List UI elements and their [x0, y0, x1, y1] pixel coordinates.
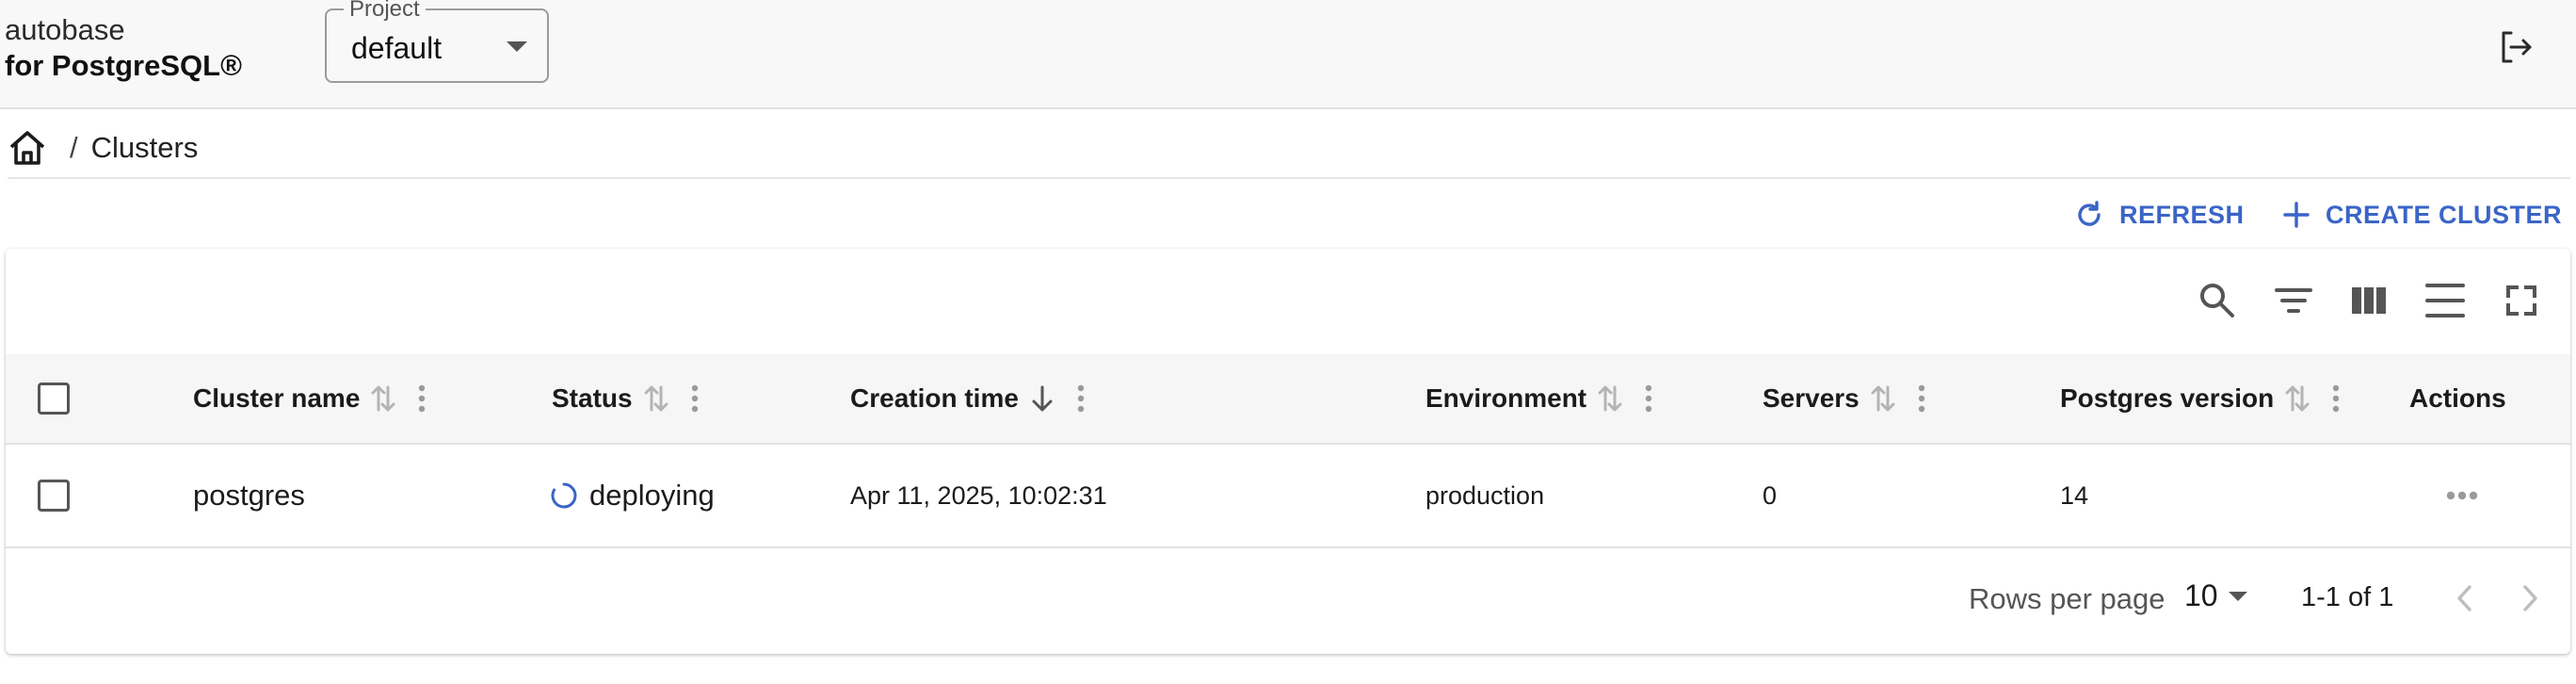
sort-icon[interactable]: [1871, 384, 1895, 413]
brand-subtitle: for PostgreSQL®: [5, 49, 242, 82]
columns-icon[interactable]: [2348, 280, 2390, 321]
chevron-down-icon: [506, 41, 528, 54]
column-header-postgres-version[interactable]: Postgres version: [2060, 354, 2340, 443]
spinner-icon: [550, 481, 578, 510]
chevron-right-icon[interactable]: [2519, 582, 2541, 614]
column-header-label: Creation time: [850, 383, 1019, 413]
column-header-label: Environment: [1425, 383, 1587, 413]
sort-icon[interactable]: [371, 384, 395, 413]
column-menu-icon[interactable]: [691, 384, 699, 413]
column-header-environment[interactable]: Environment: [1425, 354, 1652, 443]
brand-name: autobase: [5, 13, 125, 46]
column-header-actions: Actions: [2409, 354, 2506, 443]
column-header-label: Cluster name: [193, 383, 361, 413]
column-header-label: Postgres version: [2060, 383, 2275, 413]
sort-descending-icon[interactable]: [1030, 384, 1055, 413]
brand-logo[interactable]: autobase for PostgreSQL®: [5, 12, 242, 84]
sort-icon[interactable]: [2285, 384, 2310, 413]
column-header-label: Actions: [2409, 383, 2506, 413]
column-header-creation-time[interactable]: Creation time: [850, 354, 1085, 443]
column-header-label: Status: [552, 383, 633, 413]
column-header-label: Servers: [1763, 383, 1860, 413]
column-menu-icon[interactable]: [1918, 384, 1925, 413]
column-menu-icon[interactable]: [2332, 384, 2340, 413]
density-icon[interactable]: [2424, 280, 2466, 321]
column-menu-icon[interactable]: [1645, 384, 1652, 413]
cell-cluster-name[interactable]: postgres: [193, 445, 305, 546]
fullscreen-icon[interactable]: [2501, 280, 2542, 321]
table-header: Cluster name Status Creation time Enviro…: [6, 354, 2570, 445]
breadcrumb-separator: /: [70, 131, 78, 164]
logout-icon[interactable]: [2497, 28, 2535, 66]
sort-icon[interactable]: [644, 384, 668, 413]
clusters-table-card: Cluster name Status Creation time Enviro…: [6, 249, 2570, 654]
column-header-servers[interactable]: Servers: [1763, 354, 1925, 443]
project-select-label: Project: [344, 0, 426, 21]
cell-creation-time: Apr 11, 2025, 10:02:31: [850, 480, 1107, 510]
create-cluster-button[interactable]: CREATE CLUSTER: [2282, 192, 2562, 237]
app-header: autobase for PostgreSQL® Project default: [0, 0, 2576, 109]
row-actions-button[interactable]: [2446, 445, 2478, 546]
breadcrumb-divider: [8, 177, 2570, 179]
refresh-label: REFRESH: [2119, 200, 2245, 229]
cell-servers: 0: [1763, 480, 1778, 510]
status-text: deploying: [589, 479, 715, 512]
breadcrumb-current: Clusters: [90, 131, 199, 164]
sort-icon[interactable]: [1598, 384, 1622, 413]
refresh-button[interactable]: REFRESH: [2074, 192, 2245, 237]
table-row[interactable]: postgres deploying Apr 11, 2025, 10:02:3…: [6, 445, 2570, 548]
select-all-checkbox[interactable]: [38, 383, 70, 415]
cell-status: deploying: [550, 445, 715, 546]
chevron-down-icon: [2228, 591, 2248, 602]
plus-icon: [2282, 201, 2310, 229]
chevron-left-icon[interactable]: [2454, 582, 2476, 614]
rows-per-page-select[interactable]: 10: [2184, 578, 2248, 613]
cell-environment: production: [1425, 480, 1545, 510]
project-select[interactable]: Project default: [325, 0, 549, 83]
cell-postgres-version: 14: [2060, 480, 2089, 510]
more-horizontal-icon: [2446, 491, 2478, 500]
create-cluster-label: CREATE CLUSTER: [2326, 200, 2563, 229]
column-menu-icon[interactable]: [1077, 384, 1085, 413]
breadcrumb: / Clusters: [8, 124, 198, 171]
column-header-status[interactable]: Status: [552, 354, 699, 443]
refresh-icon: [2074, 200, 2104, 230]
column-menu-icon[interactable]: [418, 384, 426, 413]
rows-per-page-label: Rows per page: [1969, 582, 2165, 615]
home-icon[interactable]: [8, 129, 47, 167]
filter-icon[interactable]: [2273, 280, 2314, 321]
column-header-cluster-name[interactable]: Cluster name: [193, 354, 426, 443]
row-checkbox[interactable]: [38, 480, 70, 512]
table-pagination: Rows per page 10 1-1 of 1: [6, 548, 2570, 654]
rows-per-page-value: 10: [2184, 578, 2218, 612]
pagination-range: 1-1 of 1: [2301, 582, 2394, 612]
search-icon[interactable]: [2197, 280, 2238, 321]
project-select-value: default: [351, 31, 443, 65]
